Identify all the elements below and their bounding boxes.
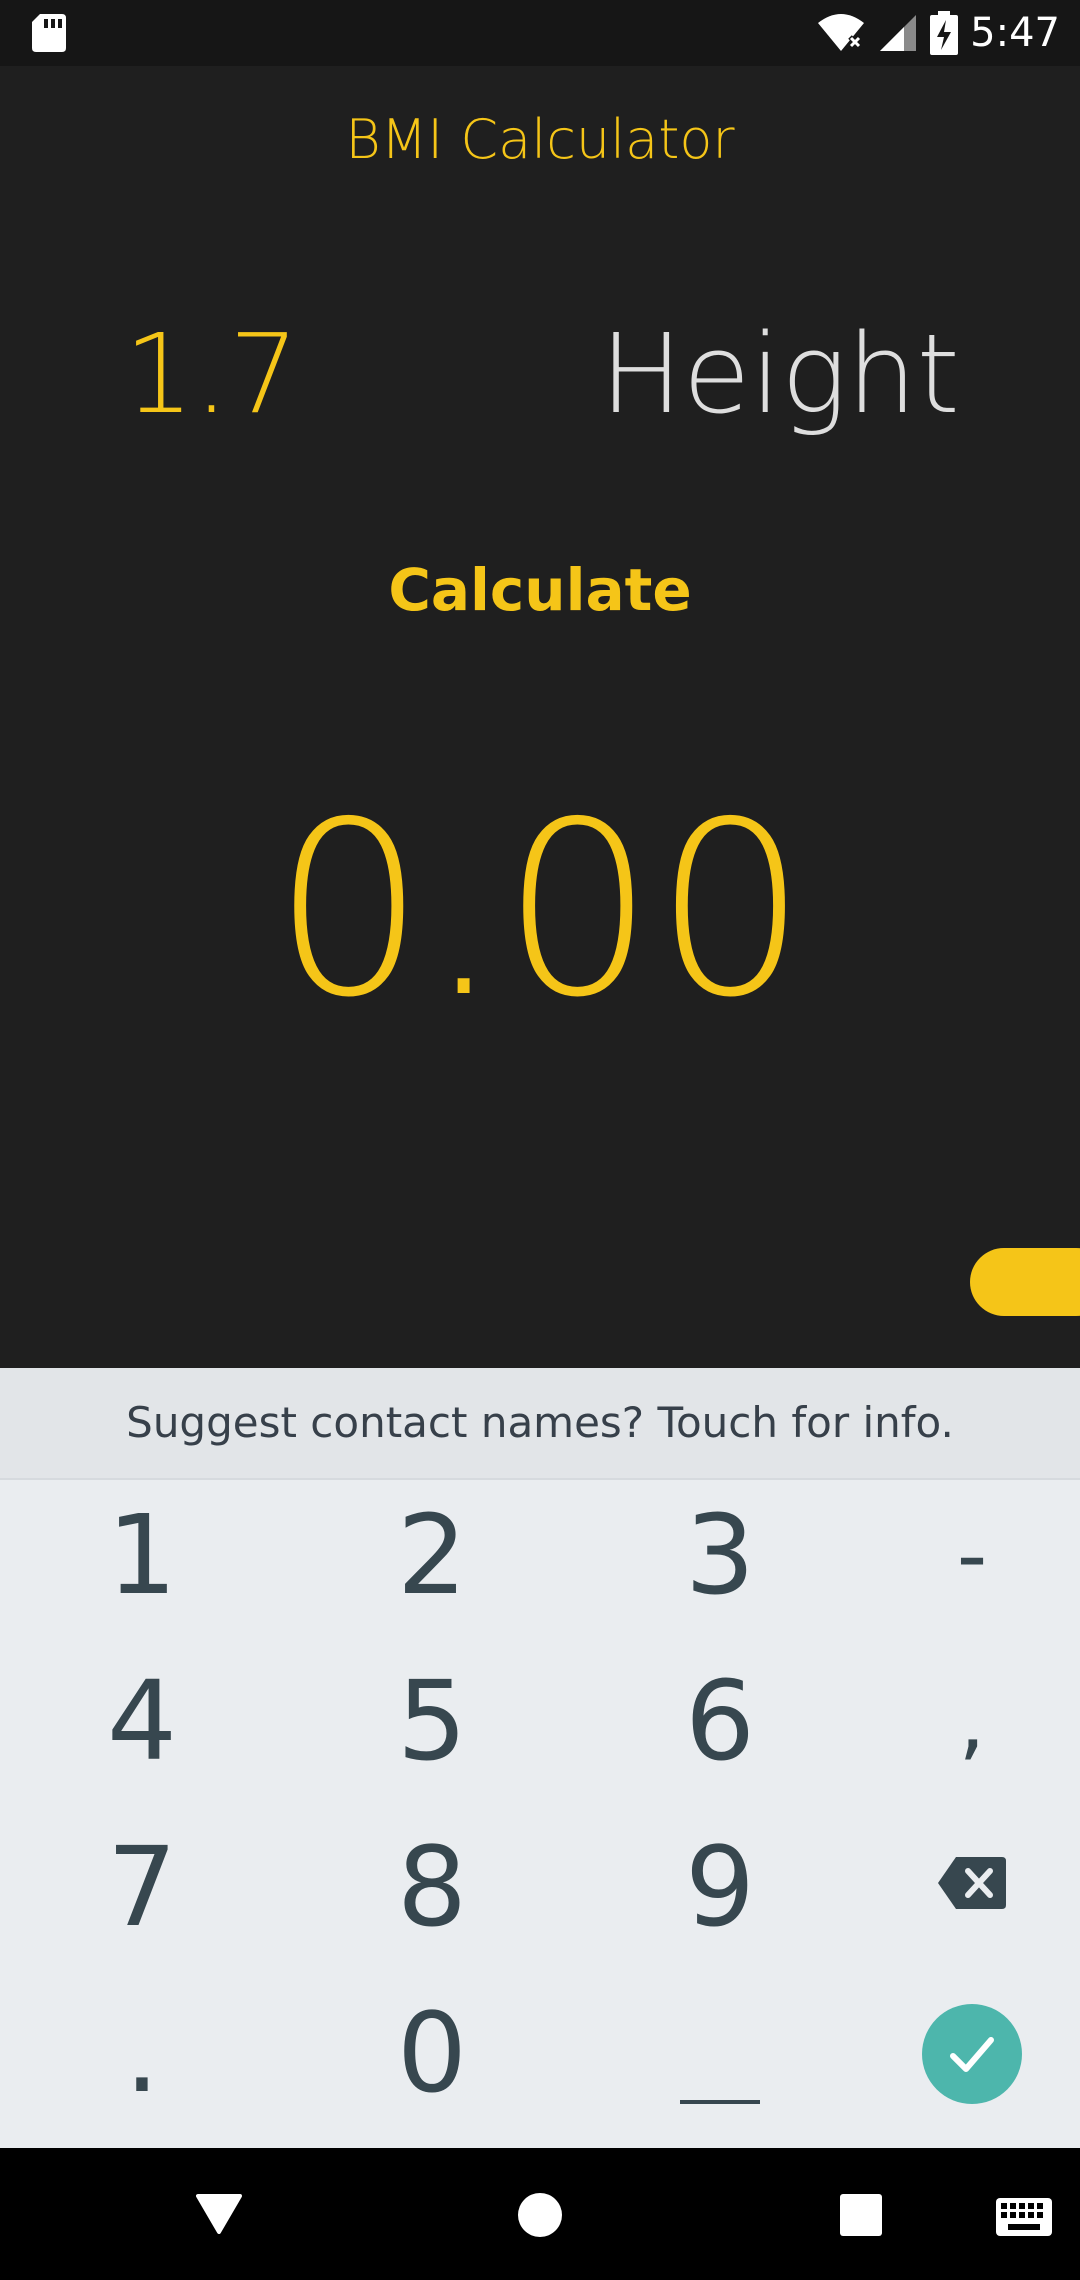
screen: 5:47 BMI Calculator 1.7 Height Calculate… bbox=[0, 0, 1080, 2280]
height-label: Height bbox=[600, 310, 960, 438]
numeric-keyboard: 1 2 3 - 4 5 6 , 7 8 9 . 0 bbox=[0, 1480, 1080, 2148]
calculate-button[interactable]: Calculate bbox=[340, 550, 740, 630]
navigation-bar bbox=[0, 2148, 1080, 2280]
space-key[interactable] bbox=[680, 2100, 760, 2104]
checkmark-icon bbox=[950, 2037, 994, 2072]
key-6[interactable]: 6 bbox=[620, 1646, 820, 1796]
key-8[interactable]: 8 bbox=[332, 1812, 532, 1962]
key-7[interactable]: 7 bbox=[42, 1812, 242, 1962]
status-bar: 5:47 bbox=[0, 0, 1080, 66]
key-2[interactable]: 2 bbox=[332, 1480, 532, 1630]
key-period[interactable]: . bbox=[42, 1978, 242, 2128]
app-title: BMI Calculator bbox=[345, 108, 735, 171]
home-icon[interactable] bbox=[517, 2192, 563, 2238]
backspace-key[interactable] bbox=[872, 1812, 1072, 1962]
wifi-icon bbox=[818, 14, 865, 51]
key-5[interactable]: 5 bbox=[332, 1646, 532, 1796]
key-comma[interactable]: , bbox=[872, 1646, 1072, 1796]
sd-card-icon bbox=[32, 14, 66, 52]
key-4[interactable]: 4 bbox=[42, 1646, 242, 1796]
keyboard-icon[interactable] bbox=[996, 2198, 1052, 2236]
signal-icon bbox=[880, 15, 917, 51]
status-icons: 5:47 bbox=[816, 0, 1060, 66]
key-minus[interactable]: - bbox=[872, 1480, 1072, 1630]
height-input[interactable]: 1.7 bbox=[124, 310, 299, 438]
bmi-result: 0.00 bbox=[272, 770, 808, 1050]
key-0[interactable]: 0 bbox=[332, 1978, 532, 2128]
recents-icon[interactable] bbox=[840, 2194, 882, 2236]
battery-icon bbox=[930, 11, 959, 55]
backspace-icon bbox=[938, 1857, 1006, 1909]
status-time: 5:47 bbox=[970, 10, 1060, 56]
key-9[interactable]: 9 bbox=[620, 1812, 820, 1962]
side-pill-handle[interactable] bbox=[970, 1248, 1080, 1316]
key-3[interactable]: 3 bbox=[620, 1480, 820, 1630]
key-1[interactable]: 1 bbox=[42, 1480, 242, 1630]
back-icon[interactable] bbox=[196, 2194, 242, 2234]
done-key[interactable] bbox=[922, 2004, 1022, 2104]
keyboard-suggestion-bar[interactable]: Suggest contact names? Touch for info. bbox=[0, 1368, 1080, 1480]
